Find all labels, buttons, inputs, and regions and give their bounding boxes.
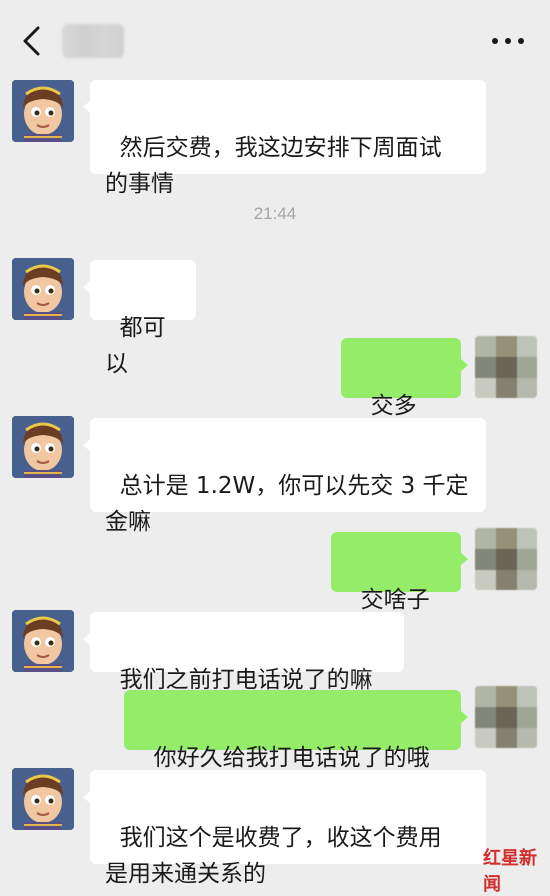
message-text: 我们这个是收费了，收这个费用 是用来通关系的 [105,825,442,887]
message-bubble[interactable]: 总计是 1.2W，你可以先交 3 千定 金嘛 [83,418,486,535]
contact-avatar[interactable] [12,610,74,672]
message-bubble[interactable]: 你好久给我打电话说了的哦 [124,690,468,771]
cartoon-kid-avatar-icon [12,80,74,142]
news-watermark: 红星新闻 [483,848,537,895]
message-text: 你好久给我打电话说了的哦 [153,745,430,771]
cartoon-kid-avatar-icon [12,416,74,478]
message-bubble[interactable]: 然后交费，我这边安排下周面试 的事情 [83,80,486,197]
message-text: 然后交费，我这边安排下周面试 的事情 [105,135,442,197]
user-avatar[interactable] [475,528,537,590]
contact-avatar[interactable] [12,416,74,478]
message-text: 总计是 1.2W，你可以先交 3 千定 金嘛 [105,473,469,535]
pixelated-avatar-icon [475,528,537,590]
more-button[interactable] [486,28,530,54]
cartoon-kid-avatar-icon [12,610,74,672]
user-avatar[interactable] [475,686,537,748]
cartoon-kid-avatar-icon [12,258,74,320]
chevron-left-icon [23,26,40,56]
message-text: 都可以 [105,315,166,377]
user-avatar[interactable] [475,336,537,398]
message-bubble[interactable]: 交多少？ [341,338,468,455]
more-horizontal-icon [492,38,524,44]
timestamp: 21:44 [253,204,297,223]
message-bubble[interactable]: 我们这个是收费了，收这个费用 是用来通关系的 [83,770,486,887]
message-bubble[interactable]: 都可以 [83,260,196,377]
pixelated-avatar-icon [475,336,537,398]
contact-name [62,24,124,58]
contact-avatar[interactable] [12,768,74,830]
pixelated-avatar-icon [475,686,537,748]
cartoon-kid-avatar-icon [12,768,74,830]
contact-avatar[interactable] [12,258,74,320]
message-bubble[interactable]: 交啥子费 [331,532,468,649]
chat-header [0,0,550,80]
message-bubble[interactable]: 我们之前打电话说了的嘛 [83,612,404,693]
back-button[interactable] [18,24,46,58]
contact-avatar[interactable] [12,80,74,142]
